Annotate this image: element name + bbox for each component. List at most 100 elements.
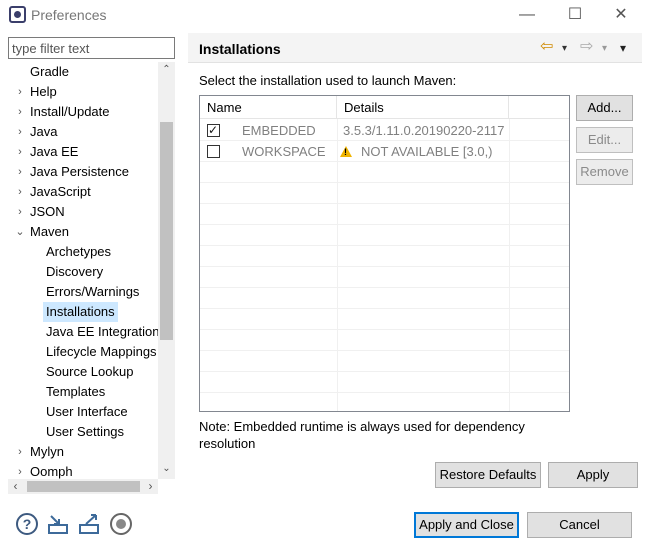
tree-item-label: Java EE Integration xyxy=(46,324,160,339)
tree-item[interactable]: User Interface xyxy=(8,402,158,422)
row-divider xyxy=(200,371,569,372)
row-divider xyxy=(200,203,569,204)
chevron-right-icon[interactable]: › xyxy=(14,462,26,479)
chevron-right-icon[interactable]: › xyxy=(14,142,26,162)
row-divider xyxy=(200,308,569,309)
tree-item[interactable]: › Java xyxy=(8,122,158,142)
tree-item[interactable]: User Settings xyxy=(8,422,158,442)
page-title: Installations xyxy=(199,41,281,57)
tree-item[interactable]: ⌄ Maven xyxy=(8,222,158,242)
tree-item-label: Java EE xyxy=(30,144,79,159)
row-divider xyxy=(200,329,569,330)
tree-item[interactable]: Discovery xyxy=(8,262,158,282)
eclipse-app-icon xyxy=(9,6,26,23)
tree-item-label: Java xyxy=(30,124,58,139)
chevron-right-icon[interactable]: › xyxy=(14,102,26,122)
tree-item-label: Oomph xyxy=(30,464,73,479)
tree-item[interactable]: › Oomph xyxy=(8,462,158,479)
tree-item-label: Templates xyxy=(46,384,106,399)
view-menu-icon[interactable]: ▾ xyxy=(620,39,626,57)
tree-horizontal-scroll-thumb[interactable] xyxy=(27,481,140,492)
warning-icon xyxy=(340,146,352,157)
tree-item[interactable]: › Java EE xyxy=(8,142,158,162)
row-divider xyxy=(200,350,569,351)
column-header-name[interactable]: Name xyxy=(200,96,337,119)
tree-item[interactable]: Source Lookup xyxy=(8,362,158,382)
column-header-details[interactable]: Details xyxy=(337,96,509,119)
scroll-right-arrow-icon[interactable]: › xyxy=(143,479,158,494)
window-title: Preferences xyxy=(31,7,107,23)
export-icon[interactable] xyxy=(78,513,100,535)
scroll-up-arrow-icon[interactable]: ⌃ xyxy=(158,62,175,78)
apply-button[interactable]: Apply xyxy=(548,462,638,488)
tree-item-label: Install/Update xyxy=(30,104,110,119)
installation-details[interactable]: NOT AVAILABLE [3.0,) xyxy=(361,141,493,162)
row-divider xyxy=(200,392,569,393)
chevron-down-icon[interactable]: ⌄ xyxy=(14,222,26,242)
back-arrow-icon[interactable]: ⇦ xyxy=(540,38,553,56)
tree-item-label: Source Lookup xyxy=(46,364,134,379)
tree-item[interactable]: › Help xyxy=(8,82,158,102)
installation-details[interactable]: 3.5.3/1.11.0.20190220-2117 xyxy=(343,120,504,141)
back-menu-icon[interactable]: ▾ xyxy=(562,40,567,58)
close-button[interactable]: ✕ xyxy=(606,4,636,26)
tree-item[interactable]: Archetypes xyxy=(8,242,158,262)
import-icon[interactable] xyxy=(47,513,69,535)
tree-item-label: JSON xyxy=(30,204,65,219)
tree-item-label: User Interface xyxy=(46,404,128,419)
chevron-right-icon[interactable]: › xyxy=(14,442,26,462)
installation-name[interactable]: WORKSPACE xyxy=(242,141,326,162)
chevron-right-icon[interactable]: › xyxy=(14,202,26,222)
tree-item-label: Errors/Warnings xyxy=(46,284,140,299)
tree-item-label: JavaScript xyxy=(30,184,91,199)
tree-item-label: Discovery xyxy=(46,264,104,279)
row-divider xyxy=(200,140,569,141)
tree-item[interactable]: › Install/Update xyxy=(8,102,158,122)
minimize-button[interactable]: — xyxy=(512,4,542,26)
tree-item[interactable]: › Java Persistence xyxy=(8,162,158,182)
installations-table[interactable]: Name Details EMBEDDED 3.5.3/1.11.0.201902… xyxy=(199,95,570,412)
tree-item[interactable]: Installations xyxy=(8,302,158,322)
tree-item-label: Lifecycle Mappings xyxy=(46,344,157,359)
filter-input[interactable] xyxy=(8,37,175,59)
forward-arrow-icon[interactable]: ⇨ xyxy=(580,38,593,56)
scroll-left-arrow-icon[interactable]: ‹ xyxy=(8,479,23,494)
tree-item[interactable]: › Mylyn xyxy=(8,442,158,462)
tree-item-label: User Settings xyxy=(46,424,125,439)
installation-checkbox[interactable] xyxy=(207,122,220,138)
tree-item[interactable]: Templates xyxy=(8,382,158,402)
chevron-right-icon[interactable]: › xyxy=(14,122,26,142)
edit-button[interactable]: Edit... xyxy=(576,127,633,153)
tree-item-label: Archetypes xyxy=(46,244,112,259)
chevron-right-icon[interactable]: › xyxy=(14,182,26,202)
chevron-right-icon[interactable]: › xyxy=(14,82,26,102)
installation-checkbox[interactable] xyxy=(207,145,220,158)
tree-item[interactable]: Java EE Integration xyxy=(8,322,159,342)
help-icon[interactable]: ? xyxy=(16,513,38,535)
add-button[interactable]: Add... xyxy=(576,95,633,121)
row-divider xyxy=(200,161,569,162)
remove-button[interactable]: Remove xyxy=(576,159,633,185)
tree-item-label: Help xyxy=(30,84,57,99)
preference-tree[interactable]: Gradle › Help › Install/Update › Java › Java EE ›… xyxy=(8,62,175,479)
tree-scroll-thumb[interactable] xyxy=(160,122,173,340)
tree-item-label: Maven xyxy=(30,224,70,239)
row-divider xyxy=(200,287,569,288)
tree-item[interactable]: › JavaScript xyxy=(8,182,158,202)
chevron-right-icon[interactable]: › xyxy=(14,162,26,182)
tree-item-label: Gradle xyxy=(30,64,70,79)
forward-menu-icon[interactable]: ▾ xyxy=(602,40,607,58)
column-header-filler xyxy=(509,96,569,119)
tree-item[interactable]: › JSON xyxy=(8,202,158,222)
installation-name[interactable]: EMBEDDED xyxy=(242,120,316,141)
maximize-button[interactable]: ☐ xyxy=(560,4,590,26)
tree-item[interactable]: Errors/Warnings xyxy=(8,282,158,302)
apply-and-close-button[interactable]: Apply and Close xyxy=(414,512,519,538)
tree-item-label: Java Persistence xyxy=(30,164,129,179)
cancel-button[interactable]: Cancel xyxy=(527,512,632,538)
record-icon[interactable] xyxy=(110,513,132,535)
restore-defaults-button[interactable]: Restore Defaults xyxy=(435,462,541,488)
tree-item[interactable]: Lifecycle Mappings xyxy=(8,342,158,362)
scroll-down-arrow-icon[interactable]: ⌄ xyxy=(158,461,175,477)
tree-item[interactable]: Gradle xyxy=(8,62,158,82)
